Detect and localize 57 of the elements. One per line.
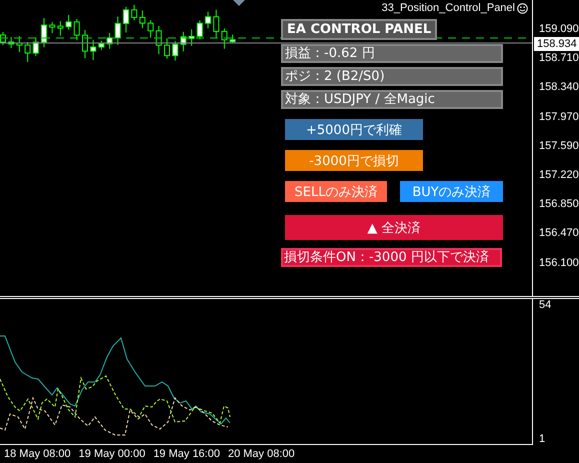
time-label: 19 May 16:00 <box>153 448 220 460</box>
price-label: 158.340 <box>539 80 579 94</box>
candlestick <box>188 28 195 46</box>
candlestick <box>221 28 228 50</box>
price-label: 156.100 <box>539 256 579 270</box>
candlestick <box>8 36 14 49</box>
info-label: ポジ：2 (B2/S0) <box>281 67 503 86</box>
info-label: 損益：-0.62 円 <box>281 44 503 63</box>
time-label: 18 May 08:00 <box>4 448 71 460</box>
candlestick <box>148 20 154 38</box>
candlestick <box>16 36 22 53</box>
time-label: 20 May 08:00 <box>228 448 295 460</box>
time-label: 19 May 00:00 <box>78 448 146 460</box>
shift-marker-icon[interactable] <box>233 0 245 6</box>
candlestick <box>230 34 236 44</box>
smiley-icon <box>517 2 528 14</box>
candlestick <box>98 40 104 51</box>
candlestick <box>24 42 31 63</box>
price-label: 156.470 <box>539 226 579 240</box>
axis-label: 54 <box>539 299 552 311</box>
candlestick <box>131 4 138 21</box>
candlestick <box>57 20 64 36</box>
price-label: 159.090 <box>539 22 579 36</box>
action-button[interactable]: BUYのみ決済 <box>400 181 503 202</box>
candlestick <box>66 14 72 30</box>
info-label: 対象：USDJPY / 全Magic <box>281 90 503 109</box>
price-label: 158.710 <box>539 51 579 66</box>
candlestick <box>196 20 203 40</box>
price-label: 156.850 <box>539 197 579 212</box>
price-label: 157.220 <box>539 168 579 182</box>
candlestick <box>82 30 88 59</box>
candlestick <box>90 40 96 61</box>
price-label: 157.590 <box>539 138 579 153</box>
candlestick <box>106 32 113 50</box>
current-price-label: 158.934 <box>534 37 579 51</box>
chart-title: 33_Position_Control_Panel <box>382 2 515 14</box>
candlestick <box>114 16 121 46</box>
action-button[interactable]: -3000円で損切 <box>285 150 423 171</box>
axis-label: 1 <box>539 433 546 445</box>
candlestick <box>139 10 146 29</box>
action-button[interactable]: SELLのみ決済 <box>285 181 387 202</box>
panel-title: EA CONTROL PANEL <box>281 19 438 40</box>
candlestick <box>172 40 178 62</box>
candlestick <box>41 18 47 48</box>
candlestick <box>164 38 170 60</box>
candlestick <box>49 22 56 34</box>
status-label: 損切条件ON：-3000 円以下で決済 <box>281 248 502 267</box>
candlestick <box>180 31 186 52</box>
candlestick <box>205 11 211 29</box>
candlestick <box>213 9 220 39</box>
action-button[interactable]: ▲ 全決済 <box>285 215 503 240</box>
candlestick <box>74 18 80 41</box>
candlestick <box>32 36 39 57</box>
candlestick <box>123 6 129 33</box>
action-button[interactable]: +5000円で利確 <box>285 119 423 140</box>
price-label: 157.970 <box>539 110 579 124</box>
candlestick <box>156 25 162 55</box>
